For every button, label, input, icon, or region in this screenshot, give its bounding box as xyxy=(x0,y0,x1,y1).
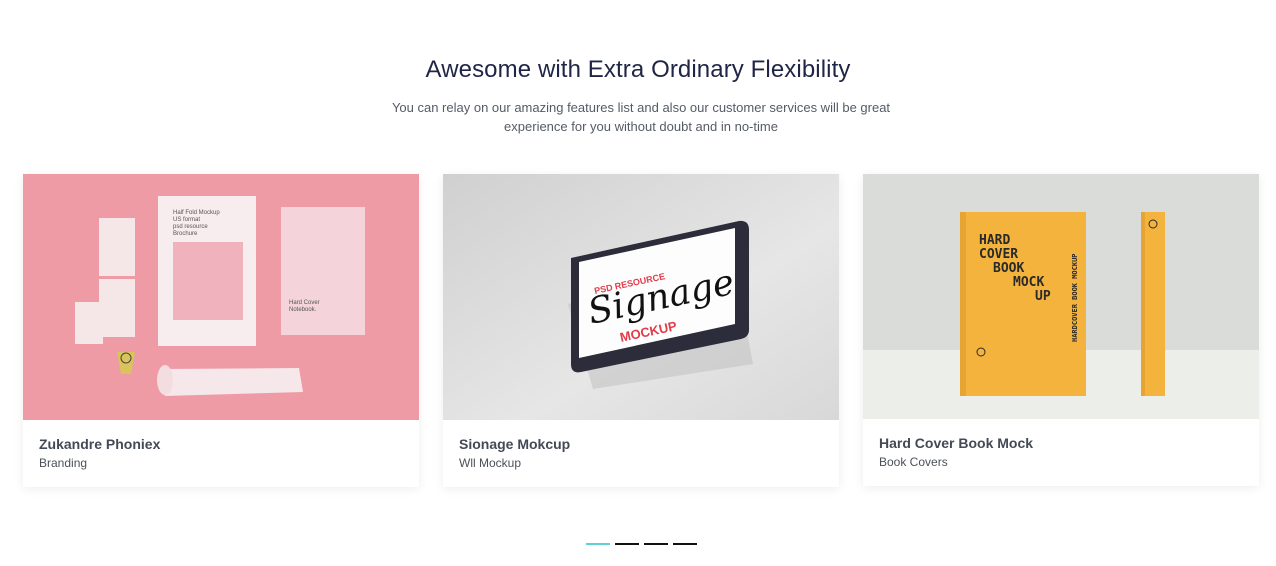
svg-text:HARDCOVER BOOK MOCKUP: HARDCOVER BOOK MOCKUP xyxy=(1071,253,1079,342)
card-title[interactable]: Sionage Mokcup xyxy=(459,436,570,452)
stationery-mockup-image[interactable]: Half Fold Mockup US format psd resource … xyxy=(23,174,419,420)
card-category: Book Covers xyxy=(879,455,948,469)
svg-text:COVER: COVER xyxy=(979,247,1018,262)
portfolio-card[interactable]: PSD RESOURCE Signage MOCKUP Sionage Mokc… xyxy=(443,174,839,487)
book-mockup-image[interactable]: HARD COVER BOOK MOCK UP HARDCOVER BOOK M… xyxy=(863,174,1259,419)
pagination-dot-1[interactable] xyxy=(586,543,610,545)
card-title[interactable]: Hard Cover Book Mock xyxy=(879,435,1033,451)
pagination-dot-4[interactable] xyxy=(673,543,697,545)
svg-text:MOCK: MOCK xyxy=(1013,275,1044,290)
portfolio-section: Awesome with Extra Ordinary Flexibility … xyxy=(0,0,1276,566)
carousel-pagination xyxy=(586,543,697,546)
section-subtitle: You can relay on our amazing features li… xyxy=(391,100,891,134)
card-title[interactable]: Zukandre Phoniex xyxy=(39,436,160,452)
card-category: Branding xyxy=(39,456,88,470)
portfolio-carousel: Half Fold Mockup US format psd resource … xyxy=(23,174,1259,494)
pagination-dot-3[interactable] xyxy=(644,543,668,545)
svg-text:Half Fold Mockup: Half Fold Mockup xyxy=(173,210,220,216)
svg-text:US format: US format xyxy=(173,217,200,223)
card-category: Wll Mockup xyxy=(459,456,522,470)
svg-text:HARD: HARD xyxy=(979,233,1010,248)
portfolio-card[interactable]: HARD COVER BOOK MOCK UP HARDCOVER BOOK M… xyxy=(863,174,1259,486)
section-heading: Awesome with Extra Ordinary Flexibility xyxy=(425,56,851,83)
svg-text:psd resource: psd resource xyxy=(173,224,208,230)
svg-text:BOOK: BOOK xyxy=(993,261,1024,276)
svg-text:UP: UP xyxy=(1035,289,1051,304)
portfolio-card[interactable]: Half Fold Mockup US format psd resource … xyxy=(23,174,419,487)
pagination-dot-2[interactable] xyxy=(615,543,639,545)
signage-mockup-image[interactable]: PSD RESOURCE Signage MOCKUP xyxy=(443,174,839,420)
svg-text:Brochure: Brochure xyxy=(173,231,198,237)
svg-text:Hard Cover: Hard Cover xyxy=(289,300,320,306)
svg-text:Notebook.: Notebook. xyxy=(289,307,317,313)
